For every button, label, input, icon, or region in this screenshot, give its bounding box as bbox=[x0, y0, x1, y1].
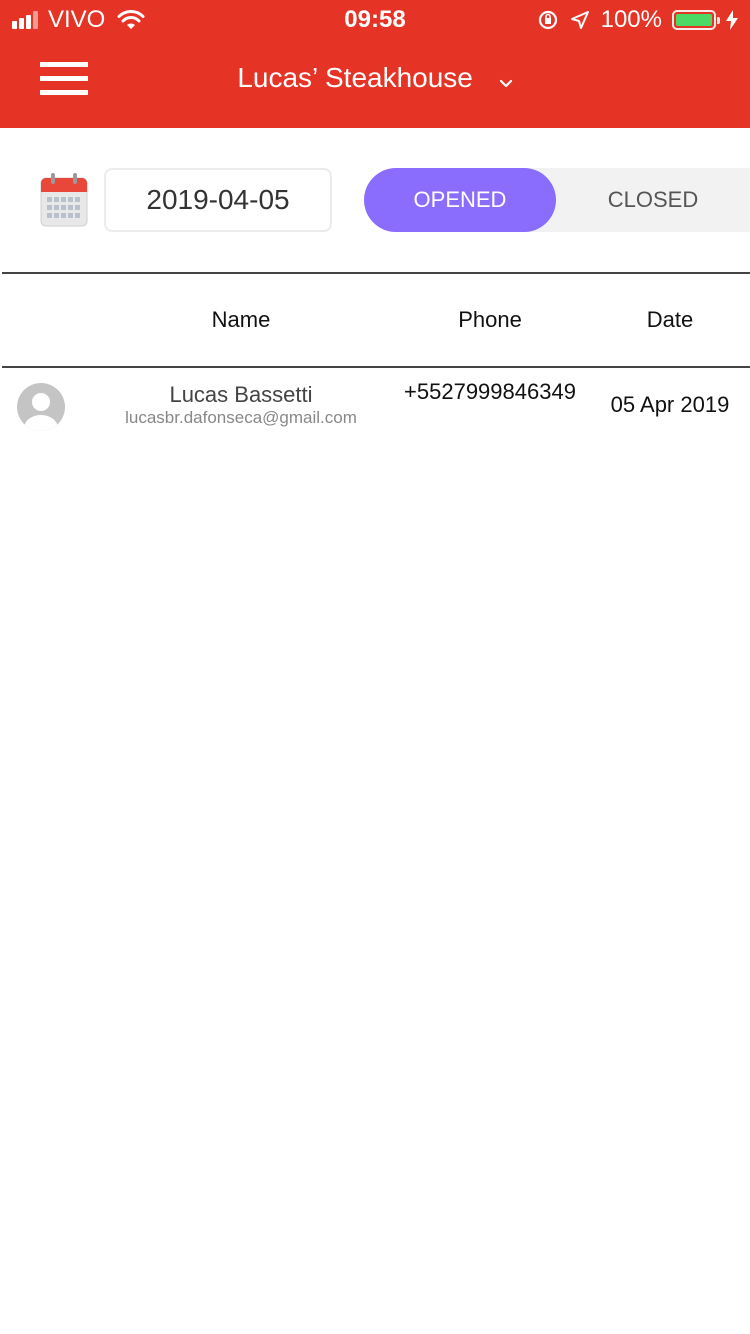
row-name-cell: Lucas Bassetti lucasbr.dafonseca@gmail.c… bbox=[92, 382, 390, 428]
status-segmented-control: OPENED CLOSED bbox=[364, 168, 750, 232]
reservation-date: 05 Apr 2019 bbox=[610, 392, 730, 417]
status-right-group: 100% bbox=[527, 6, 738, 34]
customer-phone: +5527999846349 bbox=[404, 379, 576, 404]
battery-percent: 100% bbox=[600, 6, 662, 33]
date-field[interactable]: 2019-04-05 bbox=[104, 168, 332, 232]
column-header-name[interactable]: Name bbox=[92, 307, 390, 333]
column-header-phone[interactable]: Phone bbox=[398, 307, 582, 333]
closed-tab[interactable]: CLOSED bbox=[556, 168, 750, 232]
calendar-icon[interactable] bbox=[40, 172, 88, 228]
location-arrow-icon bbox=[570, 11, 589, 29]
table-header: Name Phone Date bbox=[0, 274, 750, 366]
battery-fill bbox=[676, 14, 712, 26]
battery-icon bbox=[672, 10, 720, 30]
column-header-date[interactable]: Date bbox=[592, 307, 748, 333]
charging-bolt-icon bbox=[726, 10, 738, 30]
customer-name: Lucas Bassetti bbox=[169, 382, 313, 407]
chevron-down-icon bbox=[499, 64, 513, 96]
status-bar: VIVO 09:58 100% bbox=[0, 0, 750, 40]
filter-toolbar: 2019-04-05 OPENED CLOSED bbox=[0, 128, 750, 274]
page-title: Lucas’ Steakhouse bbox=[237, 62, 473, 93]
customer-email: lucasbr.dafonseca@gmail.com bbox=[125, 408, 357, 427]
app-header: VIVO 09:58 100% Lucas’ Steakhouse bbox=[0, 0, 750, 128]
table-row[interactable]: Lucas Bassetti lucasbr.dafonseca@gmail.c… bbox=[0, 368, 750, 448]
opened-tab[interactable]: OPENED bbox=[364, 168, 556, 232]
orientation-lock-icon bbox=[538, 10, 557, 30]
restaurant-selector[interactable]: Lucas’ Steakhouse bbox=[0, 62, 750, 96]
default-avatar-icon bbox=[16, 382, 66, 432]
